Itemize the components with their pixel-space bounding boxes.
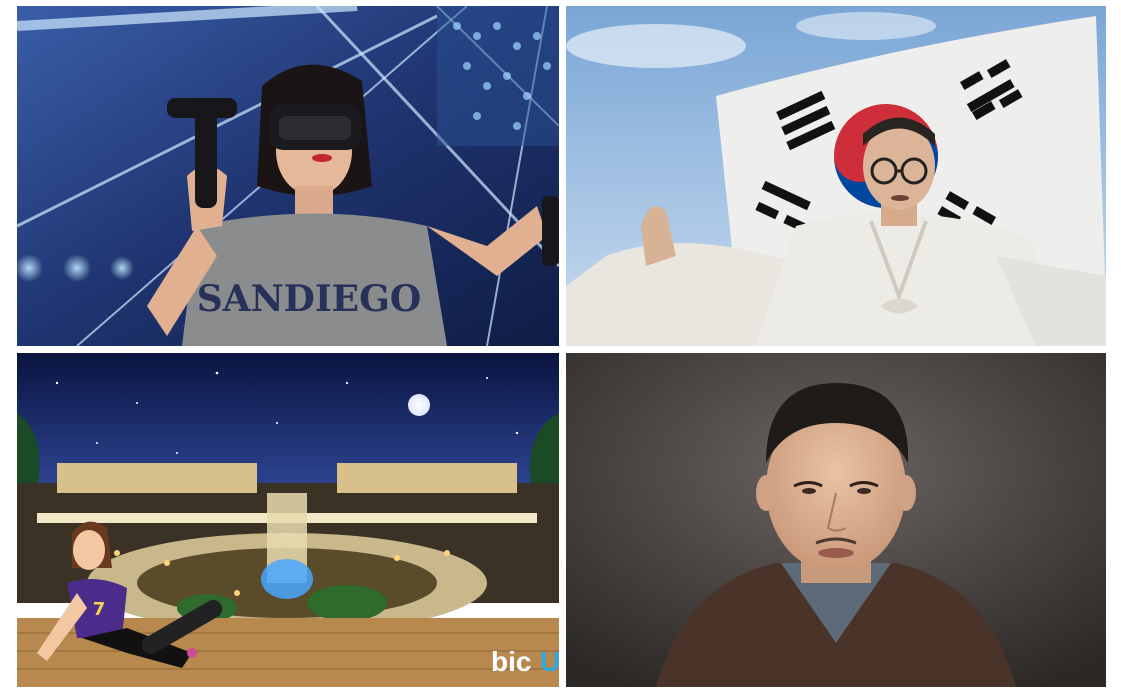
- logo-text-accent: U: [540, 646, 559, 677]
- photo-digital-human-portrait: [566, 353, 1106, 687]
- holo-panel: [437, 6, 559, 146]
- photo-flag-digital-human: [566, 6, 1106, 346]
- mall-scene: 7 bic U: [17, 353, 559, 687]
- vr-scene: SANDIEGO: [17, 6, 559, 346]
- vr-controller-right: [542, 196, 559, 266]
- logo-text-main: bic: [491, 646, 531, 677]
- bicus-logo: bic U: [491, 646, 559, 677]
- portrait-scene: [566, 353, 1106, 687]
- moon: [408, 394, 430, 416]
- flag-scene: [566, 6, 1106, 346]
- shirt-text: SANDIEGO: [197, 278, 421, 320]
- glow-orbs: [17, 254, 134, 282]
- photo-vr-user: SANDIEGO: [17, 6, 559, 346]
- photo-virtual-mall: 7 bic U: [17, 353, 559, 687]
- jersey-number: 7: [93, 599, 106, 620]
